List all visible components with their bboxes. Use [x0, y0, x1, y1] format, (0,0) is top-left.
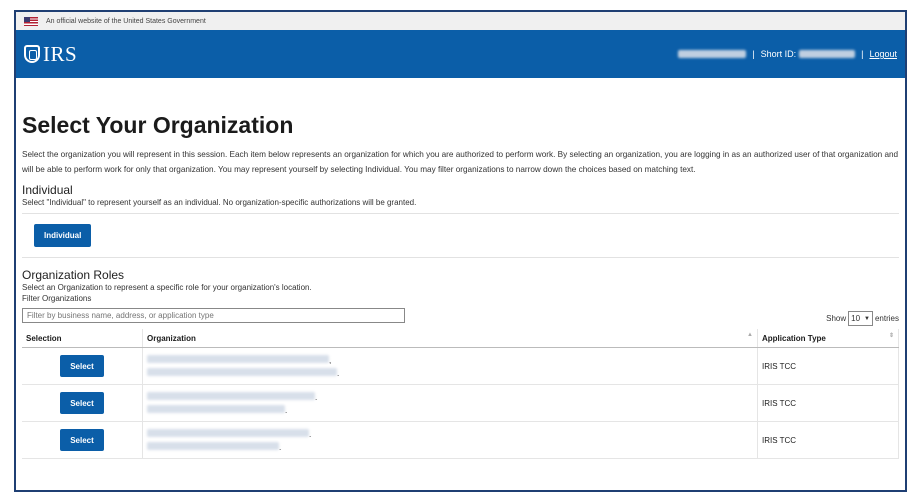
separator: | [752, 49, 755, 59]
table-row: Select . . IRIS TCC [22, 384, 899, 422]
chevron-down-icon: ▼ [864, 315, 870, 322]
show-entries-control: Show 10 ▼ entries [826, 311, 899, 326]
sort-ascending-icon: ▲ [747, 332, 753, 338]
organization-name-redacted: . [147, 391, 753, 402]
us-flag-icon [24, 16, 38, 26]
organization-address-redacted: . [147, 367, 753, 378]
organization-cell: . . [142, 384, 758, 422]
select-button[interactable]: Select [60, 355, 104, 377]
page-description: Select the organization you will represe… [22, 150, 899, 174]
selection-cell: Select [22, 384, 143, 422]
gov-banner: An official website of the United States… [16, 12, 905, 30]
browser-frame: An official website of the United States… [14, 10, 907, 492]
gov-banner-text: An official website of the United States… [46, 17, 206, 25]
entries-label: entries [874, 314, 899, 323]
organization-cell: , . [142, 347, 758, 385]
user-area: | Short ID: | Logout [678, 49, 897, 59]
page-title: Select Your Organization [22, 112, 294, 138]
short-id-label: Short ID: [760, 49, 797, 59]
table-row: Select . . IRIS TCC [22, 421, 899, 459]
organization-address-redacted: . [147, 404, 753, 415]
table-header-row: Selection Organization ▲ Application Type… [22, 329, 899, 348]
individual-heading: Individual [22, 183, 73, 197]
filter-input[interactable] [22, 308, 405, 323]
organization-table: Selection Organization ▲ Application Type… [22, 329, 899, 459]
filter-row: Show 10 ▼ entries [22, 305, 899, 326]
user-name-redacted [678, 50, 747, 58]
organization-cell: . . [142, 421, 758, 459]
irs-eagle-icon [24, 45, 40, 63]
select-button[interactable]: Select [60, 392, 104, 414]
application-type-cell: IRIS TCC [757, 347, 899, 385]
individual-section: Individual [22, 213, 899, 258]
logout-link[interactable]: Logout [869, 49, 897, 59]
main-content: Select Your Organization Select the orga… [16, 78, 905, 459]
organization-name-redacted: , [147, 354, 753, 365]
selection-cell: Select [22, 421, 143, 459]
sort-icon: ⇕ [888, 333, 894, 339]
column-header-selection[interactable]: Selection [22, 329, 143, 348]
application-type-cell: IRIS TCC [757, 384, 899, 422]
irs-logo[interactable]: IRS [24, 42, 77, 67]
select-button[interactable]: Select [60, 429, 104, 451]
filter-label: Filter Organizations [22, 294, 92, 303]
organization-address-redacted: . [147, 441, 753, 452]
logo-text: IRS [43, 41, 78, 66]
entries-select-value: 10 [851, 314, 861, 323]
org-roles-subtext: Select an Organization to represent a sp… [22, 283, 312, 292]
table-row: Select , . IRIS TCC [22, 347, 899, 385]
individual-button[interactable]: Individual [34, 224, 92, 247]
application-type-cell: IRIS TCC [757, 421, 899, 459]
separator: | [861, 49, 864, 59]
column-header-organization[interactable]: Organization ▲ [142, 329, 758, 348]
selection-cell: Select [22, 347, 143, 385]
short-id-redacted [799, 50, 856, 58]
individual-subtext: Select "Individual" to represent yoursel… [22, 198, 417, 207]
top-bar: IRS | Short ID: | Logout [16, 30, 905, 78]
column-header-application-type[interactable]: Application Type ⇕ [757, 329, 899, 348]
organization-name-redacted: . [147, 428, 753, 439]
entries-select[interactable]: 10 ▼ [848, 311, 873, 326]
org-roles-heading: Organization Roles [22, 268, 125, 282]
show-label: Show [826, 314, 847, 323]
